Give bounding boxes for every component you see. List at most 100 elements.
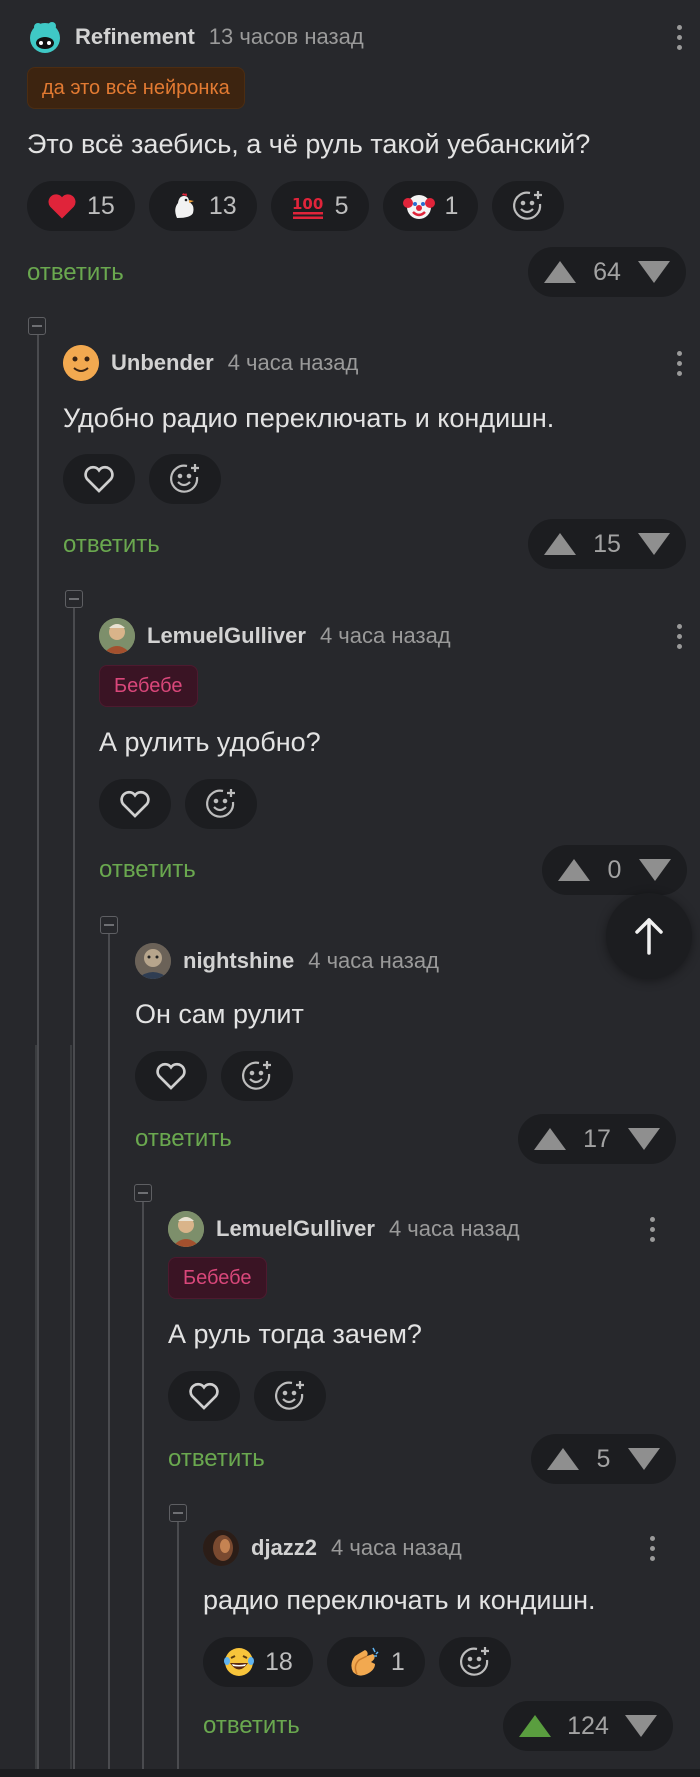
vote-widget: 64 [528, 247, 686, 297]
reply-link[interactable]: ответить [99, 856, 196, 884]
collapse-thread-button[interactable] [28, 317, 46, 335]
comment-text: Это всё заебись, а чё руль такой уебанск… [27, 129, 591, 159]
reply-link[interactable]: ответить [27, 259, 124, 287]
username[interactable]: Refinement [75, 24, 195, 50]
reactions-bar [135, 1051, 293, 1101]
thread-line [70, 1045, 72, 1777]
downvote-icon[interactable] [638, 533, 670, 555]
reaction-count: 15 [87, 191, 115, 220]
like-button[interactable] [63, 454, 135, 504]
monster-avatar-icon [30, 22, 60, 53]
comment-header: Refinement 13 часов назад [27, 17, 364, 57]
reactions-bar [99, 779, 257, 829]
reaction-heart[interactable]: 15 [27, 181, 135, 231]
add-reaction-button[interactable] [221, 1051, 293, 1101]
comment-text: Удобно радио переключать и кондишн. [63, 403, 555, 433]
collapse-thread-button[interactable] [100, 916, 118, 934]
photo-avatar-icon [135, 943, 171, 979]
reaction-chicken[interactable]: 13 [148, 181, 257, 231]
smiley-plus-icon [170, 464, 199, 493]
vote-widget: 5 [531, 1434, 676, 1484]
username[interactable]: LemuelGulliver [216, 1216, 375, 1242]
avatar[interactable] [203, 1530, 239, 1566]
avatar[interactable] [135, 943, 171, 979]
downvote-icon[interactable] [628, 1448, 660, 1470]
collapse-thread-button[interactable] [65, 590, 83, 608]
reaction-hundred[interactable]: 100 5 [270, 181, 369, 231]
username[interactable]: Unbender [111, 350, 214, 376]
reaction-count: 1 [444, 191, 459, 220]
heart-outline-icon [189, 1382, 219, 1410]
user-tag: Бебебе [168, 1257, 267, 1299]
more-options-icon[interactable] [667, 616, 691, 656]
avatar[interactable] [27, 19, 63, 55]
more-options-icon[interactable] [640, 1209, 664, 1249]
upvote-icon[interactable] [547, 1448, 579, 1470]
smiley-plus-icon [242, 1061, 271, 1090]
downvote-icon[interactable] [628, 1128, 660, 1150]
vote-widget: 15 [528, 519, 686, 569]
smiley-plus-icon [513, 191, 543, 220]
reaction-clown[interactable]: 1 [382, 181, 479, 231]
add-reaction-button[interactable] [185, 779, 257, 829]
add-reaction-button[interactable] [149, 454, 221, 504]
comment: djazz2 4 часа назад радио переключать и … [203, 1528, 675, 1758]
vote-score: 17 [583, 1124, 611, 1153]
dark-portrait-avatar-icon [203, 1530, 239, 1566]
collapse-thread-button[interactable] [134, 1184, 152, 1202]
smiley-plus-icon [275, 1381, 304, 1410]
add-reaction-button[interactable] [254, 1371, 326, 1421]
like-button[interactable] [135, 1051, 207, 1101]
clown-icon [402, 195, 435, 219]
timestamp: 4 часа назад [331, 1535, 462, 1560]
timestamp: 4 часа назад [227, 350, 359, 375]
collapse-thread-button[interactable] [169, 1504, 187, 1522]
username[interactable]: djazz2 [251, 1535, 317, 1561]
downvote-icon[interactable] [638, 261, 670, 283]
downvote-icon[interactable] [639, 859, 671, 881]
thread-line [37, 335, 39, 1777]
like-button[interactable] [168, 1371, 240, 1421]
comment: nightshine 4 часа назад Он сам рулит отв… [135, 941, 676, 1171]
comment: Unbender 4 часа назад Удобно радио перек… [63, 343, 692, 573]
thread-line [35, 1045, 37, 1777]
more-options-icon[interactable] [640, 1528, 664, 1568]
avatar[interactable] [168, 1211, 204, 1247]
upvote-icon-active[interactable] [519, 1715, 551, 1737]
heart-outline-icon [84, 465, 114, 493]
comment-header: LemuelGulliver 4 часа назад [168, 1209, 520, 1249]
clapping-hands-icon [351, 1647, 379, 1676]
heart-outline-icon [156, 1062, 186, 1090]
reply-link[interactable]: ответить [168, 1445, 265, 1473]
reply-link[interactable]: ответить [135, 1125, 232, 1153]
upvote-icon[interactable] [534, 1128, 566, 1150]
avatar[interactable] [99, 618, 135, 654]
portrait-avatar-icon [99, 618, 135, 654]
upvote-icon[interactable] [544, 261, 576, 283]
comment-header: Unbender 4 часа назад [63, 343, 358, 383]
upvote-icon[interactable] [558, 859, 590, 881]
user-tag: Бебебе [99, 665, 198, 707]
downvote-icon[interactable] [625, 1715, 657, 1737]
more-options-icon[interactable] [667, 343, 691, 383]
username[interactable]: nightshine [183, 948, 294, 974]
reply-link[interactable]: ответить [203, 1712, 300, 1740]
reaction-count: 13 [208, 191, 237, 220]
reaction-laughing[interactable]: 18 [203, 1637, 313, 1687]
thread-line [177, 1521, 179, 1777]
reaction-clapping[interactable]: 1 [326, 1637, 425, 1687]
username[interactable]: LemuelGulliver [147, 623, 306, 649]
comment: Refinement 13 часов назад да это всё ней… [27, 17, 692, 297]
add-reaction-button[interactable] [492, 181, 565, 231]
reply-link[interactable]: ответить [63, 531, 160, 559]
reactions-bar [168, 1371, 326, 1421]
reactions-bar [63, 454, 221, 504]
like-button[interactable] [99, 779, 171, 829]
more-options-icon[interactable] [667, 17, 691, 57]
reactions-bar: 18 1 [203, 1637, 511, 1687]
upvote-icon[interactable] [544, 533, 576, 555]
vote-score: 0 [607, 855, 622, 884]
avatar[interactable] [63, 345, 99, 381]
comment-header: nightshine 4 часа назад [135, 941, 439, 981]
add-reaction-button[interactable] [438, 1637, 511, 1687]
